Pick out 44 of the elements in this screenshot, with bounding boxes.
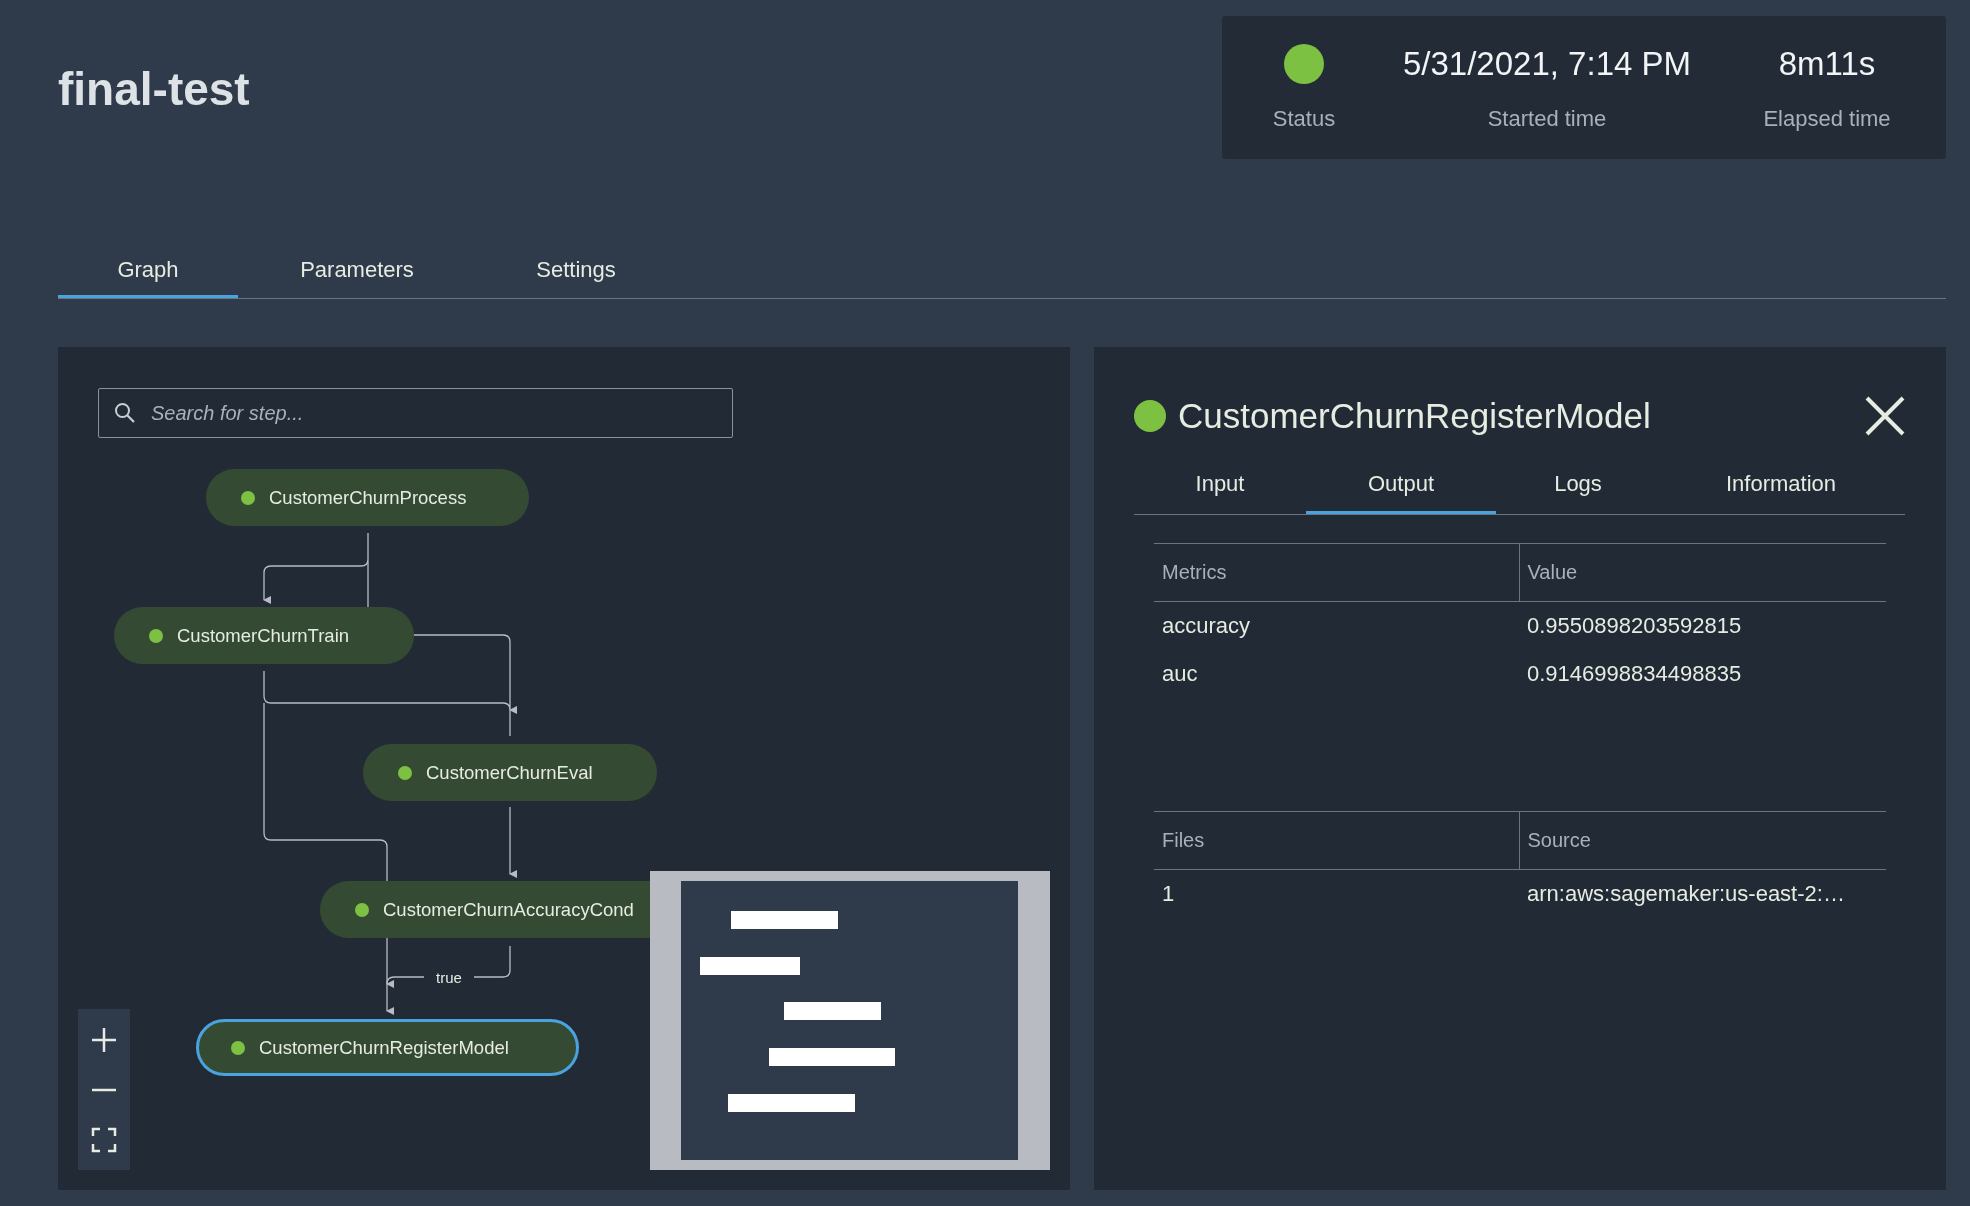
step-title: CustomerChurnRegisterModel <box>1178 396 1651 436</box>
tab[interactable]: Output <box>1306 471 1496 514</box>
tab[interactable]: Settings <box>476 257 676 298</box>
step-node[interactable]: CustomerChurnAccuracyCond <box>320 881 650 938</box>
table-cell: 1 <box>1154 869 1519 918</box>
column-header: Metrics <box>1154 543 1519 602</box>
elapsed-time-label: Elapsed time <box>1763 105 1891 132</box>
step-node[interactable]: CustomerChurnTrain <box>114 607 414 664</box>
table-cell-text: auc <box>1161 660 1199 688</box>
status-label: Status <box>1272 105 1336 132</box>
connector <box>509 806 517 878</box>
column-header: Files <box>1154 811 1519 870</box>
table-cell: arn:aws:sagemaker:us-east-2:… <box>1519 869 1886 918</box>
step-name: CustomerChurnEval <box>426 761 593 784</box>
close-button[interactable] <box>1864 395 1906 437</box>
step-name: CustomerChurnAccuracyCond <box>383 898 634 921</box>
tab[interactable]: Parameters <box>238 257 476 298</box>
table-cell-text: 0.9146998834498835 <box>1526 660 1743 688</box>
step-name: CustomerChurnRegisterModel <box>259 1036 509 1059</box>
step-node[interactable]: CustomerChurnEval <box>363 744 657 801</box>
started-time-value: 5/31/2021, 7:14 PM <box>1402 43 1691 84</box>
pipeline-title: final-test <box>58 62 250 116</box>
minimap[interactable] <box>650 871 1050 1170</box>
tab[interactable]: Graph <box>58 257 238 298</box>
fit-view-icon <box>91 1126 117 1153</box>
table-cell: accuracy <box>1154 601 1519 650</box>
step-name: CustomerChurnProcess <box>269 486 467 509</box>
step-node[interactable]: CustomerChurnRegisterModel <box>196 1019 579 1076</box>
search-icon <box>114 402 136 424</box>
tab[interactable]: Input <box>1134 471 1306 514</box>
step-node[interactable]: CustomerChurnProcess <box>206 469 529 526</box>
tab[interactable]: Logs <box>1496 471 1660 514</box>
minus-icon <box>90 1088 118 1093</box>
table-cell: 0.9550898203592815 <box>1519 601 1886 650</box>
started-time-label: Started time <box>1487 105 1607 132</box>
step-name: CustomerChurnTrain <box>177 624 350 647</box>
close-icon <box>1864 395 1906 437</box>
plus-icon <box>90 1026 118 1055</box>
column-header: Value <box>1519 543 1886 602</box>
edge-label: true <box>436 969 462 986</box>
tab[interactable]: Information <box>1660 471 1902 514</box>
column-header: Source <box>1519 811 1886 870</box>
search-field[interactable]: Search for step... <box>98 388 733 438</box>
elapsed-time-value: 8m11s <box>1778 43 1876 84</box>
